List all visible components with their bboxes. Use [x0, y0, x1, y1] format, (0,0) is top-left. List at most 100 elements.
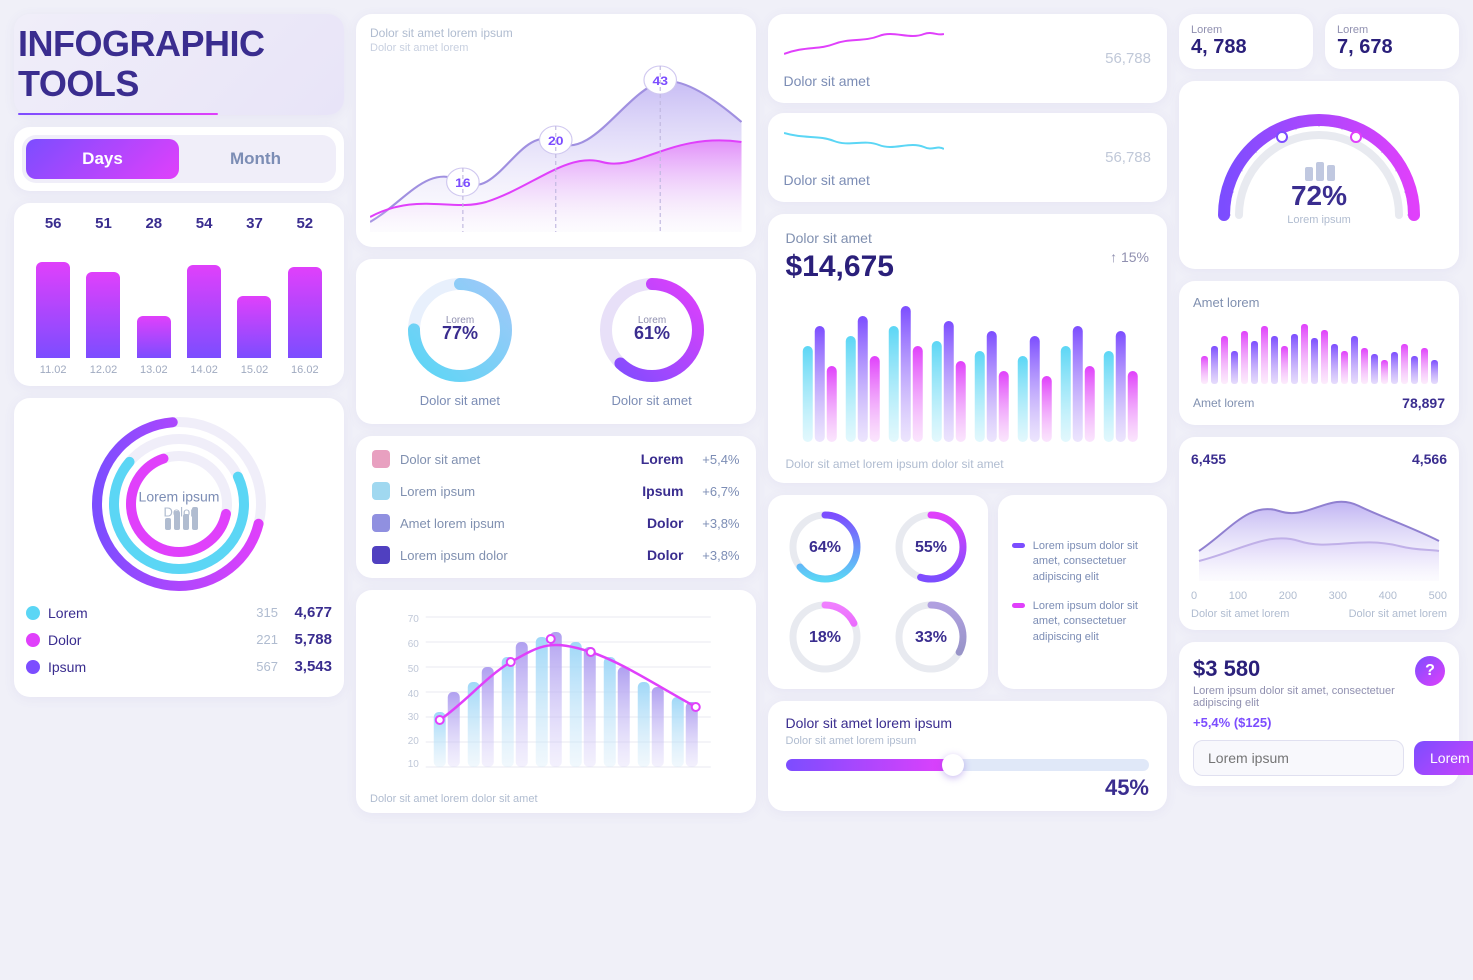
stats-row-1: Lorem ipsum Ipsum +6,7%: [372, 482, 740, 500]
area-chart-right-card: 6,455 4,566: [1179, 437, 1459, 630]
bar-0: [36, 262, 70, 358]
price-pct: +5,4% ($125): [1193, 715, 1415, 730]
top-stat-label-0: Lorem: [1191, 24, 1301, 36]
legend-dot-0: [26, 606, 40, 620]
svg-text:40: 40: [408, 689, 420, 700]
stats-text-0: Dolor sit amet: [400, 452, 624, 467]
axis-2: 200: [1279, 590, 1297, 602]
slider-card: Dolor sit amet lorem ipsum Dolor sit ame…: [768, 701, 1168, 811]
area-chart-sub: Dolor sit amet lorem: [370, 42, 742, 54]
bar-date-5: 16.02: [285, 364, 325, 376]
bar-5: [288, 267, 322, 358]
month-button[interactable]: Month: [179, 139, 332, 179]
pie-label-0: Dolor sit amet: [420, 393, 500, 408]
bar-num-0: 56: [33, 215, 73, 232]
mini-bars-svg: [1193, 316, 1445, 386]
slider-pct: 45%: [1105, 775, 1149, 801]
stats-row-0: Dolor sit amet Lorem +5,4%: [372, 450, 740, 468]
stats-list-card: Dolor sit amet Lorem +5,4% Lorem ipsum I…: [356, 436, 756, 578]
donut-label-main: Lorem ipsum: [139, 489, 220, 505]
line-card-val-1: 56,788: [1105, 149, 1151, 166]
bar-num-4: 37: [234, 215, 274, 232]
svg-text:50: 50: [408, 664, 420, 675]
slider-track[interactable]: [786, 759, 1150, 771]
bar-date-4: 15.02: [234, 364, 274, 376]
bar-line-svg: 70 60 50 40 30 20 10: [370, 602, 742, 782]
bar-1: [86, 272, 120, 358]
legend-val-2: 3,543: [286, 658, 332, 675]
top-stats-row: Lorem 4, 788 Lorem 7, 678: [1179, 14, 1459, 69]
area-footer: Dolor sit amet lorem Dolor sit amet lore…: [1191, 608, 1447, 620]
grouped-bars-container: Dolor sit amet lorem ipsum dolor sit ame…: [786, 296, 1150, 471]
svg-text:61%: 61%: [634, 323, 670, 343]
stats-color-2: [372, 514, 390, 532]
donut-card: Lorem ipsum Dolor Lorem 315 4,677 Dolor …: [14, 398, 344, 697]
legend-dot-2: [26, 660, 40, 674]
legend-item-1: Dolor 221 5,788: [26, 631, 332, 648]
svg-text:10: 10: [408, 759, 420, 770]
axis-0: 0: [1191, 590, 1197, 602]
stats-pct-1: +6,7%: [694, 484, 740, 499]
bar-nums-row: 56 51 28 54 37 52: [28, 215, 330, 232]
stats-color-0: [372, 450, 390, 468]
circle-stat-0: 64%: [778, 507, 873, 587]
stats-pct-2: +3,8%: [694, 516, 740, 531]
svg-text:70: 70: [408, 614, 420, 625]
lorem-input[interactable]: [1193, 740, 1404, 776]
circle-legend-bar-1: [1012, 603, 1024, 608]
area-chart-title: Dolor sit amet lorem ipsum: [370, 26, 742, 40]
top-stat-val-0: 4, 788: [1191, 36, 1301, 59]
bar-date-3: 14.02: [184, 364, 224, 376]
gauge-svg: 72% Lorem ipsum: [1204, 95, 1434, 255]
bar-num-2: 28: [134, 215, 174, 232]
svg-text:Lorem ipsum: Lorem ipsum: [1287, 214, 1351, 226]
area-footer-left: Dolor sit amet lorem: [1191, 608, 1289, 620]
line-card-label-1: Dolor sit amet: [784, 172, 870, 188]
legend-label-2: Ipsum: [48, 659, 234, 675]
bar-date-0: 11.02: [33, 364, 73, 376]
svg-text:60: 60: [408, 639, 420, 650]
big-stat-pct: ↑ 15%: [1110, 249, 1149, 265]
price-val: $3 580: [1193, 656, 1415, 682]
mini-bar-card: Amet lorem: [1179, 281, 1459, 425]
circle-stat-2: 18%: [778, 597, 873, 677]
slider-thumb[interactable]: [942, 754, 964, 776]
mini-bar-footer-label: Amet lorem: [1193, 396, 1254, 410]
stats-color-3: [372, 546, 390, 564]
line-card-val-0: 56,788: [1105, 50, 1151, 67]
bar-num-3: 54: [184, 215, 224, 232]
circle-legend-text-0: Lorem ipsum dolor sit amet, consectetuer…: [1033, 539, 1153, 585]
price-card: $3 580 Lorem ipsum dolor sit amet, conse…: [1179, 642, 1459, 786]
area-footer-right: Dolor sit amet lorem: [1349, 608, 1447, 620]
mini-bar-label: Amet lorem: [1193, 295, 1445, 310]
mini-bar-footer-val: 78,897: [1402, 395, 1445, 411]
big-stat-val: $14,675: [786, 250, 894, 284]
area-num-1: 4,566: [1412, 451, 1447, 467]
stats-text-2: Amet lorem ipsum: [400, 516, 624, 531]
question-button[interactable]: ?: [1415, 656, 1445, 686]
stats-row-2: Amet lorem ipsum Dolor +3,8%: [372, 514, 740, 532]
svg-text:64%: 64%: [809, 539, 841, 556]
stats-pct-0: +5,4%: [694, 452, 740, 467]
legend-val-1: 5,788: [286, 631, 332, 648]
axis-3: 300: [1329, 590, 1347, 602]
area-num-0: 6,455: [1191, 451, 1226, 467]
bar-date-1: 12.02: [83, 364, 123, 376]
bar-chart-card: 56 51 28 54 37 52 11.02 12.02 13.02 14.0…: [14, 203, 344, 386]
area-right-svg: [1191, 471, 1447, 581]
legend-label-1: Dolor: [48, 632, 234, 648]
top-stat-1: Lorem 7, 678: [1325, 14, 1459, 69]
svg-text:55%: 55%: [915, 539, 947, 556]
stats-text-3: Lorem ipsum dolor: [400, 548, 624, 563]
circle-legend-bar-0: [1012, 543, 1024, 548]
days-button[interactable]: Days: [26, 139, 179, 179]
bar-line-card: 70 60 50 40 30 20 10: [356, 590, 756, 813]
axis-5: 500: [1429, 590, 1447, 602]
pie-charts-row: Lorem 77% Dolor sit amet: [370, 275, 742, 408]
svg-text:77%: 77%: [442, 323, 478, 343]
donut-label-sub: Dolor: [139, 505, 220, 520]
top-stat-val-1: 7, 678: [1337, 36, 1447, 59]
circle-stats-section: 64% 55: [768, 495, 1168, 689]
svg-text:20: 20: [408, 736, 420, 747]
lorem-button[interactable]: Lorem →: [1414, 741, 1473, 775]
